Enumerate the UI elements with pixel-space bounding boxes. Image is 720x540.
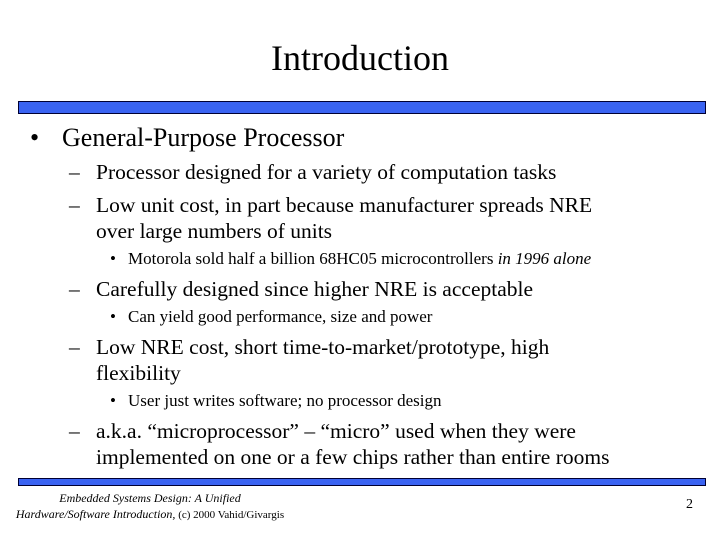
subbullet-carefully-designed: Carefully designed since higher NRE is a… <box>96 277 534 301</box>
footer-line2: Hardware/Software Introduction, (c) 2000… <box>0 506 300 523</box>
bullet-marker: • <box>110 249 116 268</box>
dash-marker: – <box>69 160 80 184</box>
bullet-marker: • <box>110 307 116 326</box>
footer-line1: Embedded Systems Design: A Unified <box>59 491 241 505</box>
dash-marker: – <box>69 419 80 443</box>
footer-copyright: (c) 2000 Vahid/Givargis <box>175 509 285 521</box>
dash-marker: – <box>69 193 80 217</box>
subbullet-aka-microprocessor-line2: implemented on one or a few chips rather… <box>96 445 610 469</box>
bullet-marker: • <box>110 391 116 410</box>
subbullet-low-unit-cost-line2: over large numbers of units <box>96 219 333 243</box>
subbullet-processor-designed: Processor designed for a variety of comp… <box>96 160 557 184</box>
subsubbullet-user-writes-software: User just writes software; no processor … <box>128 391 442 410</box>
motorola-italic-text: in 1996 alone <box>497 249 592 268</box>
title-divider-bar <box>18 101 706 114</box>
slide-title: Introduction <box>271 38 449 78</box>
subsubbullet-can-yield: Can yield good performance, size and pow… <box>128 307 433 326</box>
bullet-general-purpose-processor: General-Purpose Processor <box>62 123 345 152</box>
footer-citation: Embedded Systems Design: A Unified Hardw… <box>0 490 300 523</box>
footer-book-title: Hardware/Software Introduction, <box>15 507 176 521</box>
dash-marker: – <box>69 277 80 301</box>
motorola-text: Motorola sold half a billion 68HC05 micr… <box>128 249 498 268</box>
subsubbullet-motorola: Motorola sold half a billion 68HC05 micr… <box>128 249 591 269</box>
page-number: 2 <box>686 497 693 512</box>
subbullet-low-unit-cost-line1: Low unit cost, in part because manufactu… <box>96 193 593 217</box>
bullet-marker: • <box>30 123 40 152</box>
subbullet-low-nre-line1: Low NRE cost, short time-to-market/proto… <box>96 335 550 359</box>
subbullet-aka-microprocessor-line1: a.k.a. “microprocessor” – “micro” used w… <box>96 419 576 443</box>
subbullet-low-nre-line2: flexibility <box>96 361 181 385</box>
dash-marker: – <box>69 335 80 359</box>
footer-divider-bar <box>18 478 706 486</box>
